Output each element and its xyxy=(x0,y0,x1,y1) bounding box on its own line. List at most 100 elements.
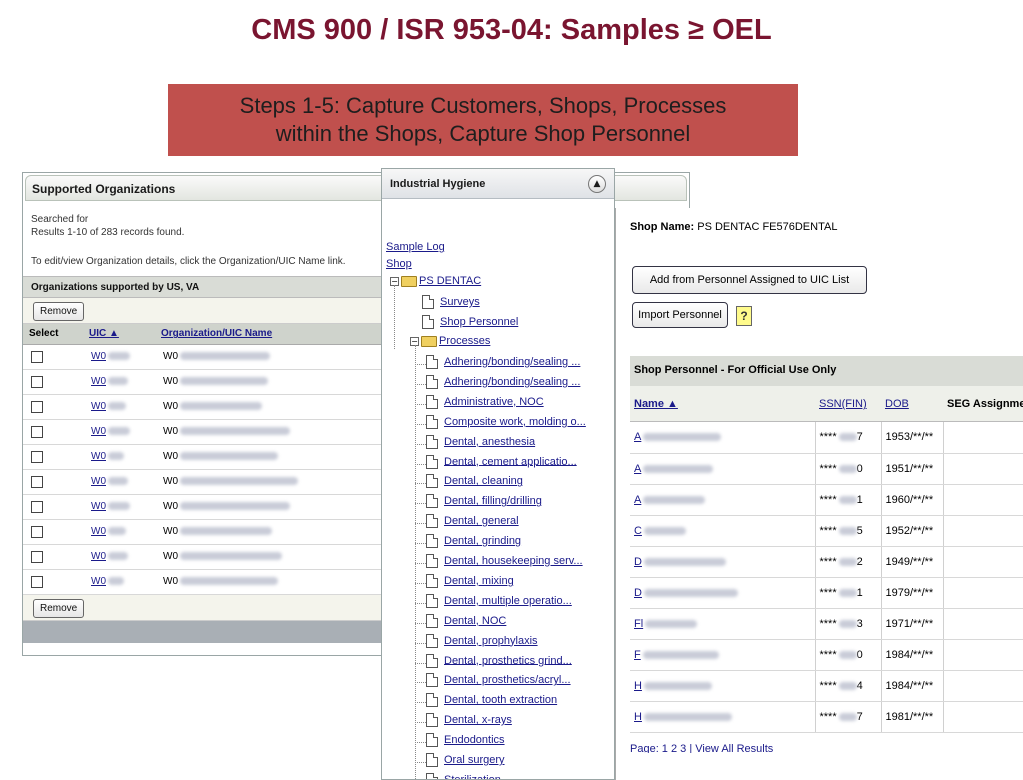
uic-cell[interactable]: W0 xyxy=(83,569,155,595)
process-item[interactable]: Dental, grinding xyxy=(426,534,521,552)
process-label[interactable]: Dental, tooth extraction xyxy=(444,694,557,706)
tree-node-shop-personnel[interactable]: Shop Personnel xyxy=(422,315,518,333)
sample-log-link[interactable]: Sample Log xyxy=(386,241,445,253)
process-label[interactable]: Dental, grinding xyxy=(444,535,521,547)
process-label[interactable]: Oral surgery xyxy=(444,754,505,766)
process-label[interactable]: Dental, cleaning xyxy=(444,475,523,487)
person-name-link[interactable]: H xyxy=(634,711,642,723)
uic-cell[interactable]: W0 xyxy=(83,544,155,570)
import-personnel-button[interactable]: Import Personnel xyxy=(632,302,728,328)
org-name-link[interactable]: W0 xyxy=(163,526,178,537)
org-name-link[interactable]: W0 xyxy=(163,476,178,487)
table-row[interactable]: Fl **** 3 1971/**/** xyxy=(630,608,1023,640)
table-row[interactable]: H **** 4 1984/**/** xyxy=(630,670,1023,702)
person-name-link[interactable]: C xyxy=(634,525,642,537)
process-label[interactable]: Dental, general xyxy=(444,515,519,527)
shop-link[interactable]: Shop xyxy=(386,258,412,270)
process-label[interactable]: Dental, housekeeping serv... xyxy=(444,555,583,567)
person-name-link[interactable]: F xyxy=(634,649,641,661)
uic-cell[interactable]: W0 xyxy=(83,344,155,370)
person-name-link[interactable]: A xyxy=(634,463,641,475)
person-name-link[interactable]: Fl xyxy=(634,618,643,630)
process-label[interactable]: Dental, mixing xyxy=(444,575,514,587)
uic-link[interactable]: W0 xyxy=(91,401,106,412)
person-name-link[interactable]: D xyxy=(634,587,642,599)
table-row[interactable]: A **** 7 1953/**/** xyxy=(630,422,1023,454)
process-label[interactable]: Dental, multiple operatio... xyxy=(444,595,572,607)
process-item[interactable]: Dental, cement applicatio... xyxy=(426,454,577,473)
org-name-link[interactable]: W0 xyxy=(163,376,178,387)
process-item[interactable]: Dental, housekeeping serv... xyxy=(426,554,583,572)
process-label[interactable]: Endodontics xyxy=(444,734,505,746)
sort-org-name-link[interactable]: Organization/UIC Name xyxy=(161,328,272,339)
process-item[interactable]: Dental, cleaning xyxy=(426,474,523,492)
process-item[interactable]: Adhering/bonding/sealing ... xyxy=(426,374,580,393)
process-item[interactable]: Dental, filling/drilling xyxy=(426,494,542,512)
row-checkbox[interactable] xyxy=(31,350,43,363)
process-item[interactable]: Dental, NOC xyxy=(426,613,506,632)
column-header-name[interactable]: Name ▲ xyxy=(630,386,815,422)
chevron-up-icon[interactable]: ▲ xyxy=(588,175,606,193)
tree-node-shop[interactable]: − PS DENTAC xyxy=(390,275,481,293)
person-name-link[interactable]: H xyxy=(634,680,642,692)
process-item[interactable]: Dental, general xyxy=(426,514,519,532)
column-header-ssn[interactable]: SSN(FIN) xyxy=(815,386,881,422)
name-cell[interactable]: A xyxy=(630,484,816,516)
name-cell[interactable]: H xyxy=(630,670,816,702)
table-row[interactable]: D **** 1 1979/**/** xyxy=(630,577,1023,609)
uic-link[interactable]: W0 xyxy=(91,426,106,437)
name-cell[interactable]: A xyxy=(630,422,816,454)
tree-node-surveys[interactable]: Surveys xyxy=(422,295,480,313)
uic-link[interactable]: W0 xyxy=(91,451,106,462)
sort-uic-link[interactable]: UIC ▲ xyxy=(89,328,119,339)
org-name-link[interactable]: W0 xyxy=(163,576,178,587)
process-label[interactable]: Dental, NOC xyxy=(444,615,506,627)
table-row[interactable]: F **** 0 1984/**/** xyxy=(630,639,1023,671)
process-label[interactable]: Sterilization xyxy=(444,774,501,779)
table-row[interactable]: H **** 7 1981/**/** xyxy=(630,701,1023,733)
process-label[interactable]: Dental, anesthesia xyxy=(444,436,535,448)
process-item[interactable]: Endodontics xyxy=(426,733,505,751)
process-label[interactable]: Dental, x-rays xyxy=(444,714,512,726)
process-item[interactable]: Dental, multiple operatio... xyxy=(426,593,572,612)
process-item[interactable]: Adhering/bonding/sealing ... xyxy=(426,355,580,373)
help-icon[interactable]: ? xyxy=(736,306,752,326)
process-item[interactable]: Dental, prosthetics/acryl... xyxy=(426,673,571,691)
process-item[interactable]: Dental, anesthesia xyxy=(426,434,535,453)
uic-link[interactable]: W0 xyxy=(91,476,106,487)
sort-name-link[interactable]: Name ▲ xyxy=(634,398,678,410)
process-item[interactable]: Dental, tooth extraction xyxy=(426,693,557,711)
row-checkbox[interactable] xyxy=(31,425,43,438)
row-checkbox[interactable] xyxy=(31,550,43,563)
table-row[interactable]: A **** 0 1951/**/** xyxy=(630,453,1023,485)
org-name-link[interactable]: W0 xyxy=(163,401,178,412)
org-name-link[interactable]: W0 xyxy=(163,551,178,562)
name-cell[interactable]: Fl xyxy=(630,608,816,640)
person-name-link[interactable]: A xyxy=(634,431,641,443)
process-item[interactable]: Oral surgery xyxy=(426,753,505,771)
uic-cell[interactable]: W0 xyxy=(83,519,155,545)
uic-cell[interactable]: W0 xyxy=(83,494,155,520)
person-name-link[interactable]: D xyxy=(634,556,642,568)
process-item[interactable]: Dental, prosthetics grind... xyxy=(426,653,572,672)
process-item[interactable]: Dental, mixing xyxy=(426,573,514,592)
process-item[interactable]: Dental, prophylaxis xyxy=(426,633,538,652)
name-cell[interactable]: D xyxy=(630,577,816,609)
row-checkbox[interactable] xyxy=(31,525,43,538)
process-label[interactable]: Dental, prosthetics/acryl... xyxy=(444,674,571,686)
surveys-label[interactable]: Surveys xyxy=(440,296,480,308)
row-checkbox[interactable] xyxy=(31,450,43,463)
column-header-dob[interactable]: DOB xyxy=(881,386,943,422)
org-name-link[interactable]: W0 xyxy=(163,451,178,462)
uic-cell[interactable]: W0 xyxy=(83,394,155,420)
name-cell[interactable]: A xyxy=(630,453,816,485)
uic-link[interactable]: W0 xyxy=(91,351,106,362)
add-from-personnel-button[interactable]: Add from Personnel Assigned to UIC List xyxy=(632,266,867,294)
row-checkbox[interactable] xyxy=(31,375,43,388)
process-item[interactable]: Administrative, NOC xyxy=(426,394,544,413)
org-name-link[interactable]: W0 xyxy=(163,351,178,362)
processes-label[interactable]: Processes xyxy=(439,335,490,347)
uic-cell[interactable]: W0 xyxy=(83,444,155,470)
shop-personnel-label[interactable]: Shop Personnel xyxy=(440,316,518,328)
process-label[interactable]: Administrative, NOC xyxy=(444,396,544,408)
